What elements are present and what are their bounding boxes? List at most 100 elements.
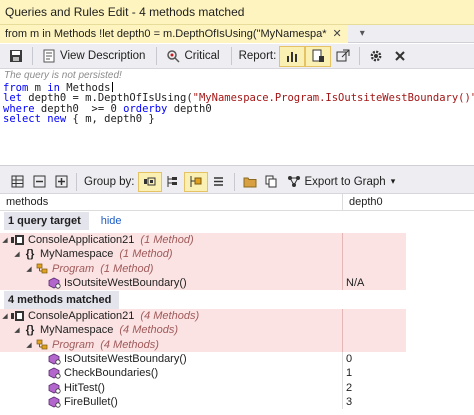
close-icon[interactable]: ✕ xyxy=(333,27,342,40)
table-row[interactable]: ◢ Program (1 Method) xyxy=(0,261,406,276)
export-to-graph-label: Export to Graph xyxy=(304,175,386,188)
method-icon xyxy=(46,396,62,408)
class-icon xyxy=(34,263,50,275)
grid-view-button[interactable] xyxy=(6,172,28,192)
matched-tree: ◢ ConsoleApplication21 (4 Methods) ◢ {} … xyxy=(0,309,406,410)
tab-query-label: from m in Methods !let depth0 = m.DepthO… xyxy=(5,27,327,40)
results-column-headers: methods depth0 xyxy=(0,193,474,211)
window-title-bar: Queries and Rules Edit - 4 methods match… xyxy=(0,0,474,25)
tree-icon xyxy=(165,174,181,190)
plus-icon xyxy=(53,174,69,190)
table-row[interactable]: HitTest() 2 xyxy=(0,380,406,395)
column-header-methods[interactable]: methods xyxy=(0,193,343,211)
report-export-button[interactable] xyxy=(331,46,355,67)
copy-button[interactable] xyxy=(261,172,283,192)
tree-node-label: MyNamespace xyxy=(40,324,114,337)
assembly-icon xyxy=(142,174,158,190)
group-by-label: Group by: xyxy=(84,175,135,188)
code-text: { m, depth0 } xyxy=(66,113,155,126)
open-folder-button[interactable] xyxy=(239,172,261,192)
class-icon xyxy=(34,339,50,351)
report-label: Report: xyxy=(238,50,277,62)
query-target-section-header: 1 query target hide xyxy=(0,212,474,230)
tab-query[interactable]: from m in Methods !let depth0 = m.DepthO… xyxy=(0,24,348,43)
tab-strip: from m in Methods !let depth0 = m.DepthO… xyxy=(0,24,474,43)
method-count: (4 Methods) xyxy=(119,324,179,337)
query-editor[interactable]: from m in Methods let depth0 = m.DepthOf… xyxy=(0,80,474,170)
query-target-tree: ◢ ConsoleApplication21 (1 Method) ◢ {} M… xyxy=(0,233,406,291)
method-icon xyxy=(46,382,62,394)
copy-icon xyxy=(264,174,280,190)
column-header-depth0[interactable]: depth0 xyxy=(343,194,383,211)
report-document-button[interactable] xyxy=(305,45,332,67)
matched-title: 4 methods matched xyxy=(4,291,120,309)
hide-link[interactable]: hide xyxy=(101,215,122,227)
code-line: select new { m, depth0 } xyxy=(3,114,474,125)
table-row[interactable]: ◢ ConsoleApplication21 (4 Methods) xyxy=(0,309,406,324)
table-row[interactable]: FireBullet() 3 xyxy=(0,394,406,410)
bar-chart-icon xyxy=(284,48,300,64)
query-target-title: 1 query target xyxy=(4,212,89,230)
critical-button[interactable]: Critical xyxy=(161,46,226,67)
group-by-method-button[interactable] xyxy=(208,172,230,192)
folder-icon xyxy=(242,174,258,190)
method-count: (1 Method) xyxy=(119,248,173,261)
group-by-assembly-button[interactable] xyxy=(137,171,162,192)
save-icon xyxy=(8,48,24,64)
tree-node-label: MyNamespace xyxy=(40,248,114,261)
table-row[interactable]: ◢ Program (4 Methods) xyxy=(0,337,406,352)
gear-icon xyxy=(368,48,384,64)
table-row[interactable]: IsOutsiteWestBoundary() 0 xyxy=(0,351,406,367)
report-export-icon xyxy=(335,48,351,64)
depth-value: 1 xyxy=(346,367,353,380)
save-button[interactable] xyxy=(4,46,28,67)
view-description-button[interactable]: View Description xyxy=(37,46,152,67)
table-row[interactable]: IsOutsiteWestBoundary() N/A xyxy=(0,275,406,291)
tree-node-label: HitTest() xyxy=(64,381,105,394)
export-to-graph-button[interactable]: Export to Graph ▾ xyxy=(283,172,399,192)
method-count: (4 Methods) xyxy=(100,338,159,351)
delete-button[interactable] xyxy=(388,46,412,67)
settings-button[interactable] xyxy=(364,46,388,67)
group-by-type-button[interactable] xyxy=(183,171,208,192)
expand-button[interactable] xyxy=(50,172,72,192)
expand-arrow-icon[interactable]: ◢ xyxy=(12,326,22,334)
table-row[interactable]: CheckBoundaries() 1 xyxy=(0,366,406,381)
group-by-namespace-button[interactable] xyxy=(162,172,184,192)
method-count: (1 Method) xyxy=(100,262,154,275)
tree-node-label: ConsoleApplication21 xyxy=(28,234,135,247)
window-title: Queries and Rules Edit - 4 methods match… xyxy=(5,5,245,19)
type-tree-icon xyxy=(188,174,204,190)
expand-arrow-icon[interactable]: ◢ xyxy=(12,250,22,258)
text-caret xyxy=(111,82,113,92)
method-icon xyxy=(46,277,62,289)
toolbar-divider xyxy=(230,47,232,65)
tree-node-label: Program xyxy=(52,338,95,351)
expand-arrow-icon[interactable]: ◢ xyxy=(24,265,34,273)
depth-value: N/A xyxy=(346,277,365,290)
collapse-button[interactable] xyxy=(28,172,50,192)
matched-section-header: 4 methods matched xyxy=(0,291,474,309)
critical-rule-icon xyxy=(165,48,181,64)
expand-arrow-icon[interactable]: ◢ xyxy=(0,312,10,320)
chevron-down-icon[interactable]: ▾ xyxy=(360,28,365,39)
code-text: depth0 xyxy=(167,102,212,115)
toolbar-divider xyxy=(359,47,361,65)
query-toolbar: View Description Critical Report: xyxy=(0,44,474,69)
tree-node-label: CheckBoundaries() xyxy=(64,367,159,380)
assembly-icon xyxy=(10,234,26,246)
table-row[interactable]: ◢ {} MyNamespace (1 Method) xyxy=(0,247,406,262)
grid-icon xyxy=(9,174,25,190)
expand-arrow-icon[interactable]: ◢ xyxy=(24,341,34,349)
keyword: new xyxy=(47,113,67,126)
string-literal: "MyNamespace.Program.IsOutsiteWestBounda… xyxy=(192,91,474,104)
table-row[interactable]: ◢ ConsoleApplication21 (1 Method) xyxy=(0,233,406,248)
expand-arrow-icon[interactable]: ◢ xyxy=(0,236,10,244)
keyword: select xyxy=(3,113,41,126)
toolbar-divider xyxy=(32,47,33,65)
assembly-icon xyxy=(10,310,26,322)
table-row[interactable]: ◢ {} MyNamespace (4 Methods) xyxy=(0,323,406,338)
report-chart-button[interactable] xyxy=(279,45,306,67)
critical-label: Critical xyxy=(184,50,220,62)
method-count: (4 Methods) xyxy=(140,310,200,323)
